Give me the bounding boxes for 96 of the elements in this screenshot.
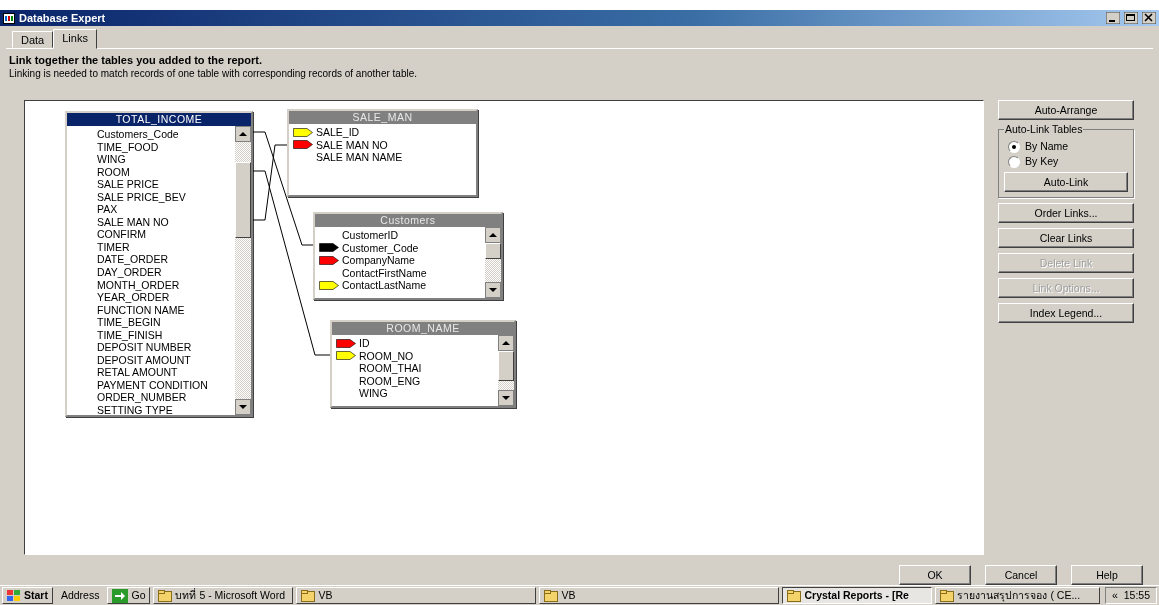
field-name[interactable]: CompanyName [342, 254, 415, 267]
field-name[interactable]: RETAL AMOUNT [97, 366, 178, 379]
folder-icon [544, 589, 559, 602]
field-name[interactable]: DEPOSIT NUMBER [97, 341, 192, 354]
scroll-up-button[interactable] [485, 227, 501, 243]
field-name[interactable]: ROOM_THAI [359, 362, 422, 375]
table-title: Customers [315, 214, 501, 227]
field-name[interactable]: DATE_ORDER [97, 253, 168, 266]
windows-logo-icon [7, 589, 21, 602]
table-title: ROOM_NAME [332, 322, 514, 335]
go-button[interactable]: Go [107, 587, 151, 604]
group-title: Auto-Link Tables [1004, 123, 1084, 135]
field-name[interactable]: FUNCTION NAME [97, 303, 185, 317]
taskbar-button[interactable]: รายงานสรุปการจอง ( CE... [935, 587, 1101, 604]
window-title: Database Expert [19, 10, 106, 26]
folder-icon [301, 589, 316, 602]
table-box[interactable]: SALE_MAN SALE_ID SALE MAN NO SALE MAN NAME [287, 109, 478, 197]
folder-icon [787, 589, 802, 602]
tab[interactable]: Links [53, 29, 97, 49]
field-name[interactable]: ROOM_NO [359, 349, 414, 363]
scroll-down-button[interactable] [235, 399, 251, 415]
field-name[interactable]: ContactFirstName [342, 266, 427, 280]
radio-button[interactable] [1008, 141, 1020, 153]
field-name[interactable]: ContactLastName [342, 279, 427, 292]
close-button[interactable] [1142, 12, 1156, 24]
field-name[interactable]: PAX [97, 203, 118, 216]
button[interactable]: Auto-Arrange [998, 100, 1134, 120]
scroll-thumb[interactable] [498, 351, 514, 381]
field-name[interactable]: ID [359, 337, 370, 350]
scroll-thumb[interactable] [235, 162, 251, 238]
maximize-button[interactable] [1124, 12, 1138, 24]
link-line[interactable] [252, 170, 331, 356]
field-name[interactable]: ORDER_NUMBER [97, 391, 187, 405]
field-name[interactable]: ROOM [97, 165, 130, 179]
clock: 15:55 [1123, 587, 1150, 603]
field-name[interactable]: CustomerID [342, 229, 398, 242]
scroll-down-button[interactable] [485, 282, 501, 298]
table-box[interactable]: Customers CustomerID Customer_Code CompanyName ContactFirstName ContactLastName [313, 212, 503, 300]
field-name[interactable]: TIMER [97, 240, 130, 254]
taskbar-button[interactable]: VB [296, 587, 537, 604]
taskbar-button[interactable]: Crystal Reports - [Re [782, 587, 933, 604]
database-icon [3, 12, 15, 24]
link-line[interactable] [252, 131, 314, 246]
scrollbar[interactable] [498, 335, 514, 406]
field-name[interactable]: YEAR_ORDER [97, 291, 170, 304]
scroll-down-button[interactable] [498, 390, 514, 406]
field-name[interactable]: SALE MAN NAME [316, 151, 403, 164]
folder-icon [158, 589, 173, 602]
radio-label: By Name [1025, 139, 1069, 155]
button[interactable]: Index Legend... [998, 303, 1134, 323]
field-name[interactable]: SALE MAN NO [316, 138, 388, 152]
scroll-up-button[interactable] [235, 126, 251, 142]
table-box[interactable] [65, 111, 253, 417]
field-name[interactable]: SETTING TYPE [97, 404, 173, 415]
field-name[interactable]: WING [359, 387, 388, 400]
field-name[interactable]: TIME_BEGIN [97, 316, 161, 329]
field-name[interactable]: DEPOSIT AMOUNT [97, 353, 191, 367]
tray-expand-button[interactable]: « [1111, 587, 1118, 604]
taskbar-button[interactable]: บทที่ 5 - Microsoft Word [153, 587, 294, 604]
tab[interactable]: Data [12, 31, 54, 48]
field-name[interactable]: SALE_ID [316, 126, 360, 139]
field-name[interactable]: SALE MAN NO [97, 215, 169, 229]
field-name[interactable]: DAY_ORDER [97, 266, 162, 279]
field-name[interactable]: Customers_Code [97, 128, 179, 141]
field-name[interactable]: CONFIRM [97, 228, 146, 241]
scroll-up-button[interactable] [498, 335, 514, 351]
field-name[interactable]: SALE PRICE_BEV [97, 190, 186, 204]
instruction-text: Linking is needed to match records of one table with corresponding records of another table. [9, 67, 419, 80]
field-name[interactable]: PAYMENT CONDITION [97, 378, 208, 392]
folder-icon [940, 589, 955, 602]
minimize-button[interactable] [1106, 12, 1120, 24]
start-button[interactable]: Start [2, 587, 53, 604]
field-name[interactable]: TIME_FOOD [97, 140, 159, 154]
field-name[interactable]: TIME_FINISH [97, 328, 163, 342]
radio-label: By Key [1025, 154, 1059, 170]
button[interactable]: Order Links... [998, 203, 1134, 223]
instruction-heading: Link together the tables you added to the report. [9, 54, 264, 67]
table-box[interactable]: ROOM_NAME ID ROOM_NO ROOM_THAI ROOM_ENG WING [330, 320, 516, 408]
button[interactable]: Clear Links [998, 228, 1134, 248]
scroll-thumb[interactable] [485, 243, 501, 259]
field-name[interactable]: SALE PRICE [97, 178, 159, 191]
scrollbar[interactable] [235, 126, 251, 415]
button[interactable]: OK [899, 565, 971, 585]
link-line[interactable] [252, 144, 288, 221]
button[interactable]: Help [1071, 565, 1143, 585]
field-name[interactable]: ROOM_ENG [359, 374, 421, 388]
table-title: TOTAL_INCOME [67, 113, 251, 126]
button[interactable]: Auto-Link [1004, 172, 1128, 192]
table-title: SALE_MAN [289, 111, 476, 124]
field-name[interactable]: Customer_Code [342, 241, 419, 255]
radio-button[interactable] [1008, 156, 1020, 168]
field-name[interactable]: WING [97, 153, 126, 166]
button[interactable]: Cancel [985, 565, 1057, 585]
taskbar-button[interactable]: VB [539, 587, 780, 604]
field-name[interactable]: MONTH_ORDER [97, 278, 180, 292]
scrollbar[interactable] [485, 227, 501, 298]
